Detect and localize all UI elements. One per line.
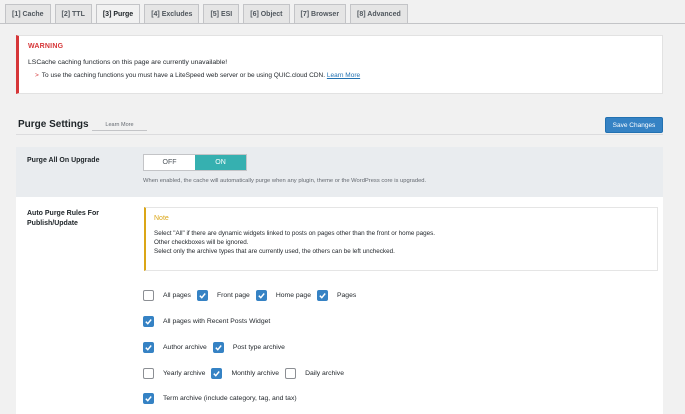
settings-tabs: [1] Cache [2] TTL [3] Purge [4] Excludes… [5,4,408,24]
post-type-archive-label: Post type archive [232,344,285,351]
warning-learn-more-link[interactable]: Learn More [327,72,360,79]
author-archive-checkbox[interactable] [143,342,154,353]
term-archive-checkbox[interactable] [143,393,154,404]
monthly-archive-label: Monthly archive [231,370,280,377]
purge-upgrade-help: When enabled, the cache will automatical… [143,178,427,184]
option-post-type-archive[interactable]: Post type archive [212,342,285,353]
option-yearly-archive[interactable]: Yearly archive [143,368,205,379]
option-home-page[interactable]: Home page [255,290,311,301]
warning-detail-text: To use the caching functions you must ha… [41,72,326,79]
tab-ttl[interactable]: [2] TTL [54,4,92,23]
daily-archive-label: Daily archive [305,370,344,377]
note-line: Select only the archive types that are c… [154,248,395,255]
warning-text: LSCache caching functions on this page a… [28,59,228,66]
tab-advanced[interactable]: [8] Advanced [350,4,408,23]
daily-archive-checkbox[interactable] [285,368,297,379]
auto-purge-label-line2: Publish/Update [27,220,78,227]
pages-label: Pages [336,292,357,299]
purge-upgrade-toggle[interactable]: OFF ON [143,154,247,171]
home-page-label: Home page [275,292,311,299]
section-divider [16,134,663,135]
recent-posts-widget-checkbox[interactable] [143,316,154,327]
checkbox-row-pages: All pages Front page Home page Pages [143,290,362,301]
yearly-archive-label: Yearly archive [163,370,206,377]
all-pages-checkbox[interactable] [143,290,154,301]
option-term-archive[interactable]: Term archive (include category, tag, and… [143,393,297,404]
tab-object[interactable]: [6] Object [243,4,290,23]
yearly-archive-checkbox[interactable] [143,368,154,379]
section-title: Purge Settings [18,119,89,130]
tab-purge[interactable]: [3] Purge [95,4,141,24]
post-type-archive-checkbox[interactable] [212,342,224,353]
term-archive-label: Term archive (include category, tag, and… [163,395,297,402]
note-line: Other checkboxes will be ignored. [154,239,249,246]
save-changes-button[interactable]: Save Changes [605,117,663,133]
tabs-divider [0,23,685,24]
warning-title: WARNING [28,43,64,50]
warning-notice: WARNING LSCache caching functions on thi… [16,35,663,94]
tab-excludes[interactable]: [4] Excludes [144,4,200,23]
purge-upgrade-label: Purge All On Upgrade [27,157,100,164]
note-box: Note Select "All" if there are dynamic w… [144,207,658,271]
warning-detail: > To use the caching functions you must h… [28,72,653,79]
recent-posts-widget-label: All pages with Recent Posts Widget [163,318,271,325]
note-title: Note [154,215,169,222]
option-monthly-archive[interactable]: Monthly archive [211,368,279,379]
toggle-off-option[interactable]: OFF [144,155,195,170]
note-line: Select "All" if there are dynamic widget… [154,230,435,237]
option-author-archive[interactable]: Author archive [143,342,207,353]
option-recent-posts-widget[interactable]: All pages with Recent Posts Widget [143,316,270,327]
option-all-pages[interactable]: All pages [143,290,191,301]
auto-purge-label: Auto Purge Rules For Publish/Update [27,209,99,229]
pages-checkbox[interactable] [316,290,328,301]
option-pages[interactable]: Pages [316,290,357,301]
purge-upgrade-row [16,147,663,197]
section-learn-more-link[interactable]: Learn More [92,119,147,131]
front-page-label: Front page [216,292,250,299]
front-page-checkbox[interactable] [196,290,208,301]
author-archive-label: Author archive [163,344,207,351]
toggle-on-option[interactable]: ON [195,155,246,170]
option-front-page[interactable]: Front page [196,290,250,301]
tab-cache[interactable]: [1] Cache [5,4,51,23]
monthly-archive-checkbox[interactable] [211,368,223,379]
checkbox-row-term: Term archive (include category, tag, and… [143,393,303,404]
arrow-right-icon: > [35,72,39,79]
checkbox-row-dates: Yearly archive Monthly archive Daily arc… [143,368,350,379]
all-pages-label: All pages [163,292,191,299]
tab-esi[interactable]: [5] ESI [203,4,240,23]
checkbox-row-archives: Author archive Post type archive [143,342,291,353]
checkbox-row-widget: All pages with Recent Posts Widget [143,316,276,327]
option-daily-archive[interactable]: Daily archive [285,368,344,379]
tab-browser[interactable]: [7] Browser [293,4,347,23]
auto-purge-label-line1: Auto Purge Rules For [27,210,99,217]
home-page-checkbox[interactable] [255,290,267,301]
